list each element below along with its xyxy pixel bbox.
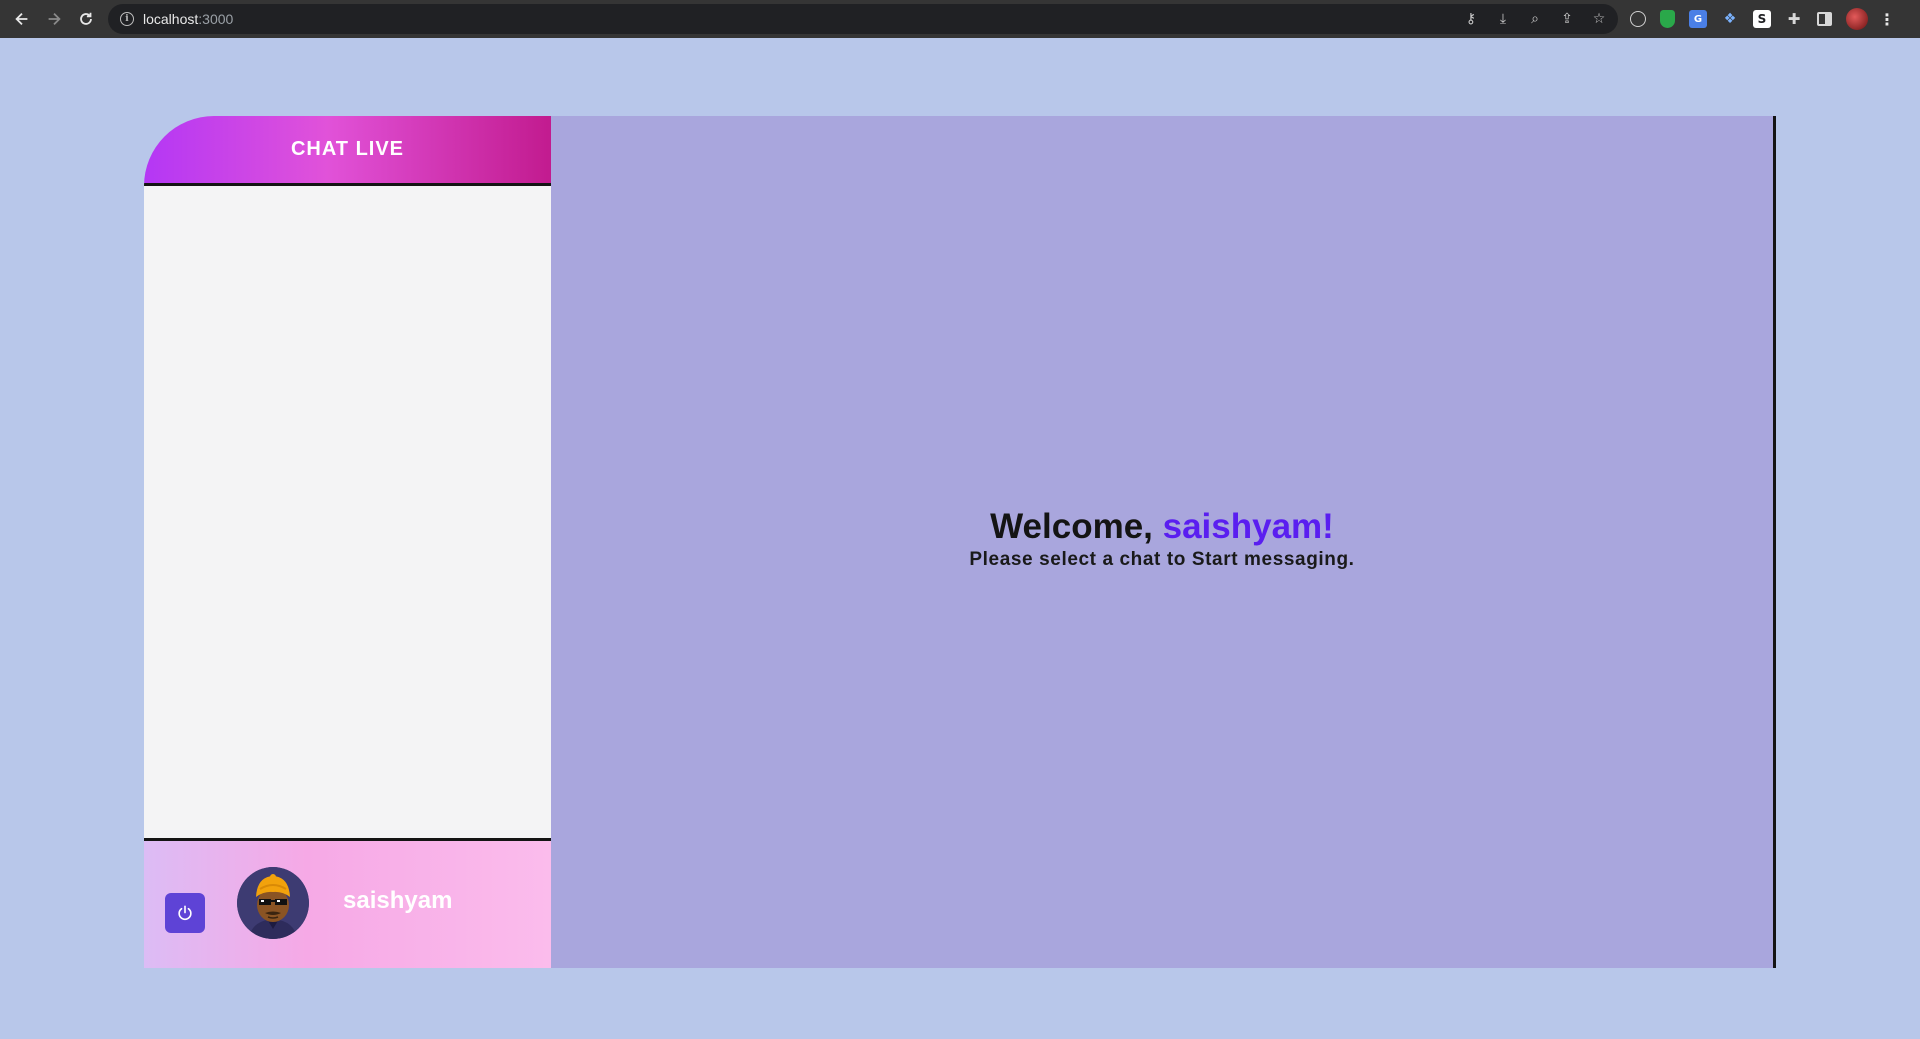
profile-avatar-icon[interactable] (1846, 8, 1868, 30)
key-icon[interactable]: ⚷ (1462, 11, 1480, 27)
url-host: localhost (143, 11, 199, 27)
extensions-puzzle-icon[interactable]: ✚ (1785, 10, 1803, 28)
translate-extension-icon[interactable]: G (1689, 10, 1707, 28)
address-bar-actions: ⚷ ⤓ ⌕ ⇪ ☆ (1462, 4, 1608, 34)
url-port: :3000 (198, 11, 234, 27)
dropbox-extension-icon[interactable]: ❖ (1721, 10, 1739, 28)
address-bar[interactable]: i localhost:3000 ⚷ ⤓ ⌕ ⇪ ☆ (108, 4, 1618, 34)
user-panel: saishyam (144, 841, 551, 968)
welcome-prefix: Welcome, (990, 507, 1163, 546)
side-panel-icon[interactable] (1817, 12, 1832, 26)
browser-toolbar: i localhost:3000 ⚷ ⤓ ⌕ ⇪ ☆ G ❖ S ✚ ⋮ (0, 0, 1920, 38)
welcome-username: saishyam! (1162, 507, 1334, 546)
zoom-icon[interactable]: ⌕ (1526, 11, 1544, 27)
forward-button[interactable] (38, 0, 70, 38)
shield-extension-icon[interactable] (1660, 10, 1675, 28)
app-title: CHAT LIVE (290, 138, 405, 160)
bookmark-star-icon[interactable]: ☆ (1590, 11, 1608, 27)
sidebar: CHAT LIVE saishyam (144, 116, 551, 968)
share-icon[interactable]: ⇪ (1558, 11, 1576, 27)
back-button[interactable] (6, 0, 38, 38)
welcome-subtitle: Please select a chat to Start messaging. (969, 549, 1355, 570)
install-icon[interactable]: ⤓ (1494, 11, 1512, 27)
welcome-heading: Welcome, saishyam! (551, 507, 1773, 547)
chat-app: CHAT LIVE saishyam Welcome, saishyam! Pl… (144, 116, 1776, 968)
power-icon (178, 905, 192, 921)
arrow-right-icon (48, 12, 61, 26)
sidebar-header: CHAT LIVE (144, 116, 551, 186)
kebab-menu-icon[interactable]: ⋮ (1879, 10, 1895, 29)
url-text: localhost:3000 (143, 11, 233, 27)
arrow-left-icon (15, 12, 28, 26)
extensions-area: G ❖ S ✚ ⋮ (1630, 0, 1895, 38)
s-extension-icon[interactable]: S (1753, 10, 1771, 28)
logout-button[interactable] (165, 893, 205, 933)
avatar[interactable] (237, 867, 309, 939)
welcome-message: Welcome, saishyam! Please select a chat … (551, 507, 1773, 571)
chat-area: Welcome, saishyam! Please select a chat … (551, 116, 1776, 968)
avatar-icon (237, 867, 309, 939)
chat-list[interactable] (144, 186, 551, 841)
reload-button[interactable] (70, 0, 102, 38)
globe-extension-icon[interactable] (1630, 11, 1646, 27)
username: saishyam (343, 887, 453, 914)
info-icon[interactable]: i (120, 12, 134, 26)
reload-icon (80, 12, 92, 25)
